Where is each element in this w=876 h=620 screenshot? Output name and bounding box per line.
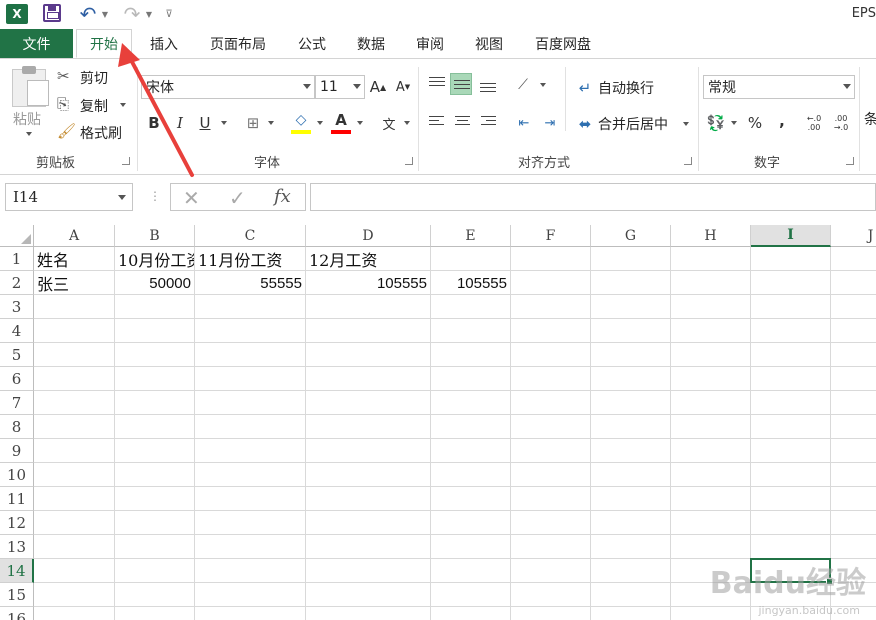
- annotation-arrow: [118, 43, 194, 177]
- watermark-url: jingyan.baidu.com: [758, 604, 860, 617]
- watermark-logo: Baidu经验: [709, 566, 866, 601]
